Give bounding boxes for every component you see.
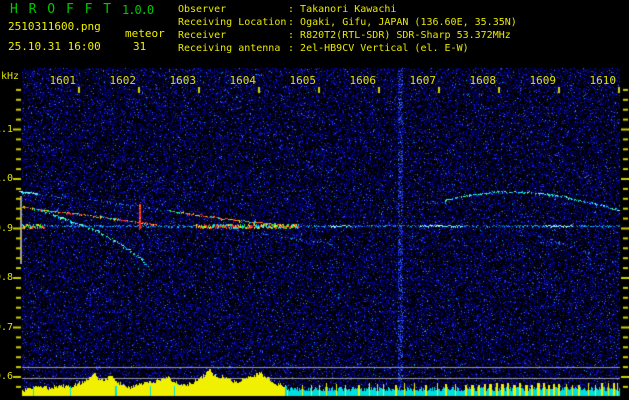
y-axis-unit-label: kHz xyxy=(1,71,20,82)
info-value: 2el-HB9CV Vertical (el. E-W) xyxy=(300,43,469,54)
y-axis-label-1.1: 1.1 xyxy=(0,123,13,135)
info-row-receiving-antenna: Receiving antenna: 2el-HB9CV Vertical (e… xyxy=(178,42,517,55)
info-row-receiving-location: Receiving Location: Ogaki, Gifu, JAPAN (… xyxy=(178,16,517,29)
info-row-observer: Observer: Takanori Kawachi xyxy=(178,3,517,16)
info-separator: : xyxy=(288,43,301,54)
station-info-block: Observer: Takanori Kawachi Receiving Loca… xyxy=(178,3,517,55)
observation-datetime: 25.10.31 16:00 xyxy=(8,40,101,53)
x-axis-label-1601: 1601 xyxy=(49,74,77,87)
x-axis-label-1609: 1609 xyxy=(529,74,557,87)
info-value: R820T2(RTL-SDR) SDR-Sharp 53.372MHz xyxy=(300,30,511,41)
y-axis-label-0.7: 0.7 xyxy=(0,321,13,333)
x-axis-label-1602: 1602 xyxy=(109,74,137,87)
info-label: Receiving antenna xyxy=(178,43,281,54)
info-label: Receiving Location xyxy=(178,17,287,28)
x-axis-label-1603: 1603 xyxy=(169,74,197,87)
app-version: 1.0.0 xyxy=(122,3,154,17)
echo-count: 31 xyxy=(133,40,147,53)
y-axis-label-0.9: 0.9 xyxy=(0,222,13,234)
hrofft-output-image: H R O F F T 1.0.0 2510311600.png meteor … xyxy=(0,0,629,400)
spectrogram-canvas xyxy=(0,0,629,400)
app-title: H R O F F T xyxy=(10,2,113,17)
x-axis-label-1605: 1605 xyxy=(289,74,317,87)
x-axis-label-1607: 1607 xyxy=(409,74,437,87)
info-label: Observer xyxy=(178,4,227,15)
output-filename: 2510311600.png xyxy=(8,20,101,33)
x-axis-label-1610: 1610 xyxy=(589,74,617,87)
y-axis-label-0.6: 0.6 xyxy=(0,371,13,382)
mode-label: meteor xyxy=(125,27,165,40)
info-label: Receiver xyxy=(178,30,227,41)
x-axis-label-1606: 1606 xyxy=(349,74,377,87)
info-value: Ogaki, Gifu, JAPAN (136.60E, 35.35N) xyxy=(300,17,517,28)
x-axis-label-1608: 1608 xyxy=(469,74,497,87)
info-separator: : xyxy=(288,30,301,41)
y-axis-label-0.8: 0.8 xyxy=(0,272,13,283)
info-separator: : xyxy=(288,4,301,15)
x-axis-label-1604: 1604 xyxy=(229,74,257,87)
info-value: Takanori Kawachi xyxy=(300,4,397,15)
info-separator: : xyxy=(288,17,301,28)
info-row-receiver: Receiver: R820T2(RTL-SDR) SDR-Sharp 53.3… xyxy=(178,29,517,42)
y-axis-label-1.0: 1.0 xyxy=(0,173,13,184)
